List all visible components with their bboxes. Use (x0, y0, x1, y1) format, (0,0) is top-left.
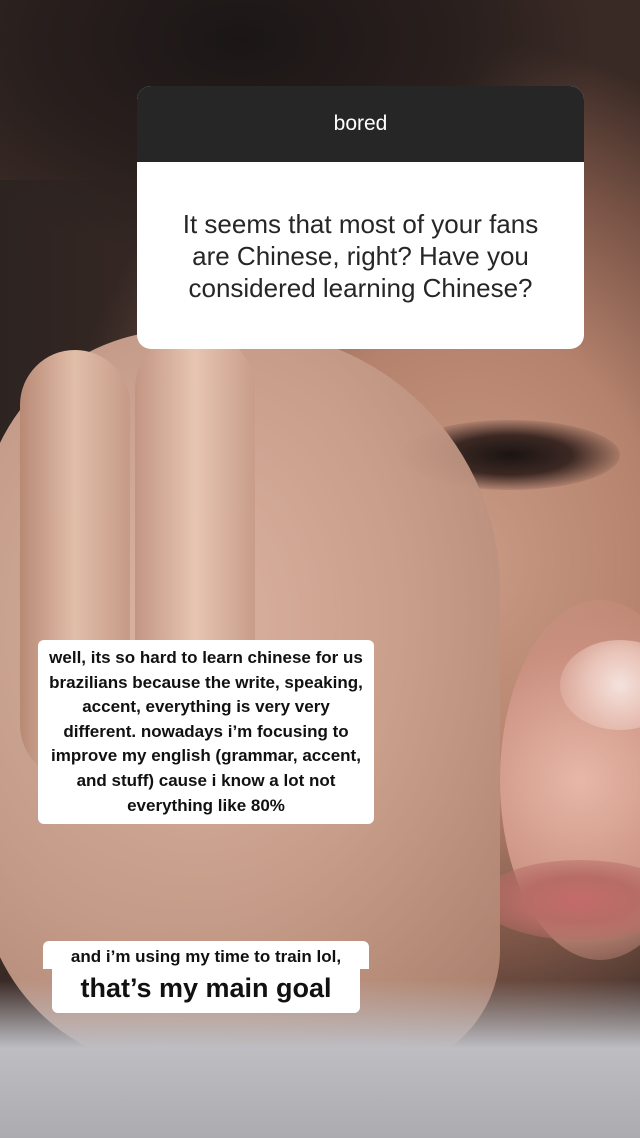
answer-caption: well, its so hard to learn chinese for u… (38, 640, 374, 825)
closing-caption-small: and i’m using my time to train lol, (43, 941, 369, 969)
question-sticker-text: It seems that most of your fans are Chin… (182, 208, 539, 303)
closing-caption: and i’m using my time to train lol, that… (43, 941, 369, 1013)
question-sticker[interactable]: bored It seems that most of your fans ar… (137, 86, 584, 349)
lips-region (480, 860, 640, 940)
question-sticker-header: bored (137, 86, 584, 162)
closing-caption-large: that’s my main goal (52, 969, 360, 1013)
